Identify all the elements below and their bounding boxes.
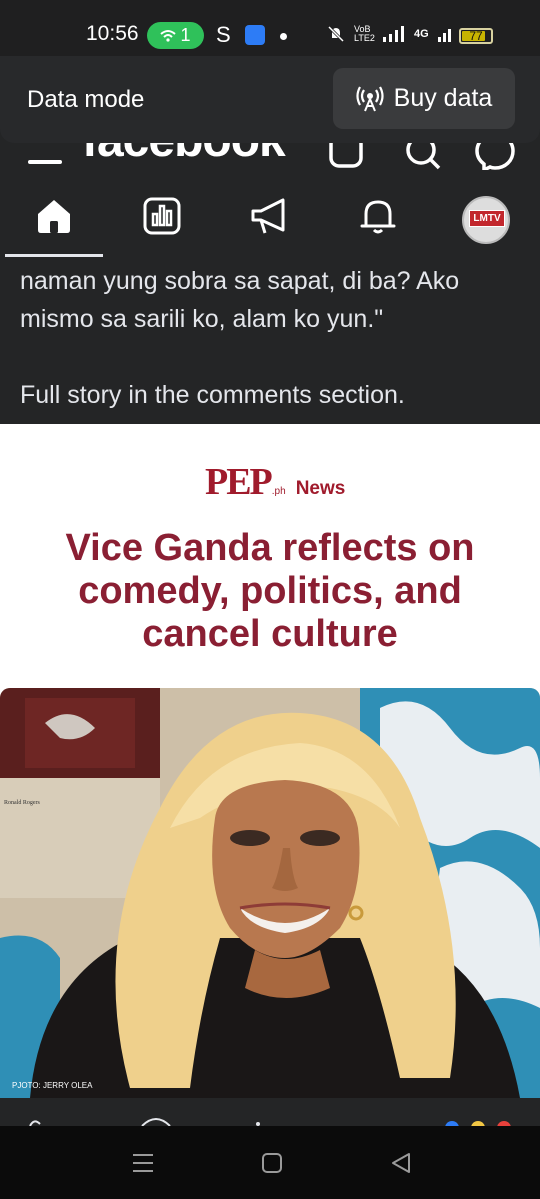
buy-data-button[interactable]: Buy data — [333, 68, 515, 129]
home-icon — [38, 200, 70, 233]
tab-home[interactable] — [32, 194, 76, 238]
notification-dot — [280, 33, 287, 40]
photo-credit: PJOTO: JERRY OLEA — [12, 1081, 93, 1090]
portrait-image: Ronald Rogers — [0, 688, 540, 1098]
post-cta: Full story in the comments section. — [20, 381, 405, 409]
hotspot-badge: 1 — [147, 22, 204, 49]
tab-notifications[interactable] — [356, 194, 400, 238]
post-actions-peek — [0, 1098, 540, 1135]
system-nav-bar — [0, 1126, 540, 1199]
facebook-logo[interactable]: facebook — [82, 143, 286, 168]
broadcast-icon — [356, 85, 384, 111]
search-icon[interactable] — [404, 143, 442, 170]
network-type-icon: 4G — [414, 28, 429, 40]
menu-icon[interactable] — [28, 160, 62, 164]
tab-dashboard[interactable] — [140, 194, 184, 238]
pep-suffix: .ph — [271, 486, 286, 497]
pep-news-logo: PEP .ph News — [205, 460, 345, 504]
data-mode-label: Data mode — [27, 86, 145, 113]
pep-brand: PEP — [205, 461, 273, 503]
signal-icon-2 — [437, 29, 451, 42]
android-app-icon — [245, 25, 265, 45]
avatar-logo: LMTV — [469, 210, 505, 227]
clock: 10:56 — [86, 22, 139, 45]
hotspot-count: 1 — [180, 25, 191, 45]
bell-icon — [360, 200, 396, 234]
s-app-icon: S — [216, 22, 231, 47]
dashboard-icon — [143, 197, 181, 235]
pep-section: News — [295, 478, 346, 499]
messenger-icon[interactable] — [475, 143, 515, 170]
wifi-icon — [160, 29, 177, 42]
reaction-peek-icons — [29, 1118, 511, 1135]
frame-caption: Ronald Rogers — [4, 800, 40, 806]
post-body: naman yung sobra sa sapat, di ba? Ako mi… — [20, 267, 460, 333]
battery-icon: 77 — [459, 28, 493, 44]
volte-icon: VoB LTE2 — [354, 24, 375, 43]
article-headline: Vice Ganda reflects on comedy, politics,… — [65, 527, 475, 655]
data-mode-banner: Data mode Buy data — [0, 56, 540, 143]
back-triangle-icon — [392, 1153, 410, 1173]
recent-apps-button[interactable] — [128, 1148, 158, 1178]
mute-icon — [327, 25, 345, 43]
square-icon — [262, 1153, 282, 1173]
active-tab-indicator — [5, 254, 103, 257]
article-card[interactable]: PEP .ph News Vice Ganda reflects on come… — [0, 424, 540, 1098]
back-button[interactable] — [386, 1148, 416, 1178]
status-bar: 10:56 1 S VoB LTE2 4G 77 — [0, 0, 540, 56]
facebook-nav-bar — [0, 172, 540, 260]
profile-avatar[interactable]: LMTV — [462, 196, 510, 244]
battery-level: 77 — [469, 29, 483, 43]
article-photo[interactable]: Ronald Rogers PJOTO: JERRY OLEA — [0, 688, 540, 1098]
megaphone-icon — [251, 198, 285, 234]
post-text: naman yung sobra sa sapat, di ba? Ako mi… — [20, 262, 525, 414]
tab-announcements[interactable] — [248, 194, 292, 238]
signal-icon-1 — [383, 26, 404, 42]
system-icons: VoB LTE2 4G — [326, 24, 455, 44]
menu-lines-icon — [133, 1154, 153, 1172]
create-post-icon[interactable] — [328, 143, 364, 169]
home-button[interactable] — [257, 1148, 287, 1178]
facebook-header: facebook — [0, 143, 540, 170]
buy-data-label: Buy data — [393, 84, 493, 112]
